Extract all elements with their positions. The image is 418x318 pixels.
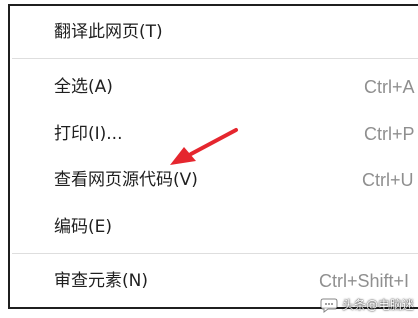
menu-item-label: 打印(I)... [54,124,123,144]
menu-item-label: 翻译此网页(T) [54,22,163,42]
menu-item-view-page-source[interactable]: 查看网页源代码(V) Ctrl+U [10,165,418,195]
menu-item-select-all[interactable]: 全选(A) Ctrl+A [10,72,418,102]
menu-item-shortcut: Ctrl+Shift+I [319,271,410,291]
menu-separator [12,253,418,254]
menu-item-label: 查看网页源代码(V) [54,170,198,190]
arrow-shaft [189,128,238,156]
menu-item-label: 审查元素(N) [54,271,148,291]
watermark: 头条@电脑迷 [320,296,414,314]
red-arrow-icon [170,128,238,165]
menu-separator [12,58,418,59]
arrow-head [170,147,196,165]
screenshot-stage: 翻译此网页(T) 全选(A) Ctrl+A 打印(I)... Ctrl+P 查看… [0,0,418,318]
menu-item-shortcut: Ctrl+A [364,77,415,97]
menu-item-label: 编码(E) [54,217,113,237]
menu-item-translate-page[interactable]: 翻译此网页(T) [10,17,418,47]
menu-item-shortcut: Ctrl+P [364,124,415,144]
menu-item-shortcut: Ctrl+U [362,170,414,190]
menu-item-inspect-element[interactable]: 审查元素(N) Ctrl+Shift+I [10,266,418,296]
watermark-text: 头条@电脑迷 [341,298,414,312]
menu-item-label: 全选(A) [54,77,113,97]
chat-bubble-icon [320,298,338,313]
menu-item-encoding[interactable]: 编码(E) [10,212,418,242]
